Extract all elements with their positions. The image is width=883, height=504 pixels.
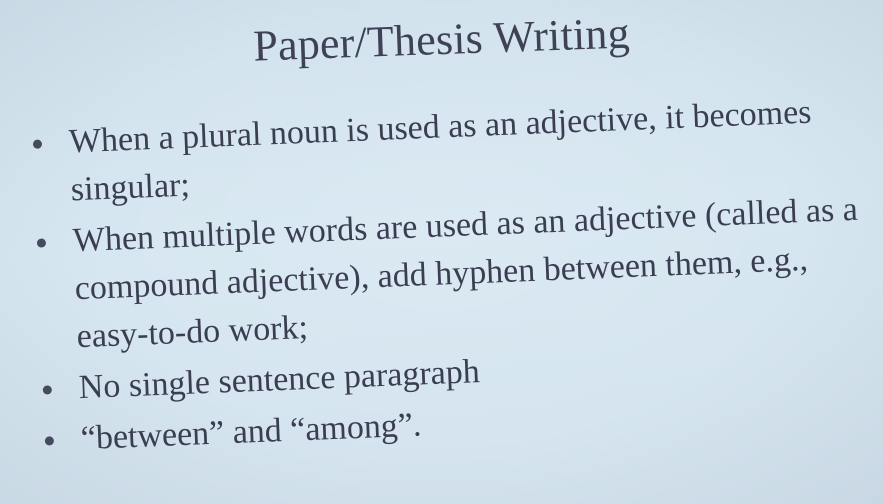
bullet-list: When a plural noun is used as an adjecti… (28, 87, 871, 468)
bullet-text: No single sentence paragraph (78, 353, 481, 407)
bullet-dot-icon (44, 436, 55, 446)
slide-title: Paper/Thesis Writing (252, 8, 631, 71)
bullet-item: When multiple words are used as an adjec… (32, 186, 867, 363)
bullet-dot-icon (36, 238, 47, 248)
bullet-text: When multiple words are used as an adjec… (72, 190, 859, 356)
bullet-dot-icon (42, 385, 53, 395)
bullet-dot-icon (32, 139, 43, 149)
bullet-text: “between” and “among”. (80, 406, 423, 458)
